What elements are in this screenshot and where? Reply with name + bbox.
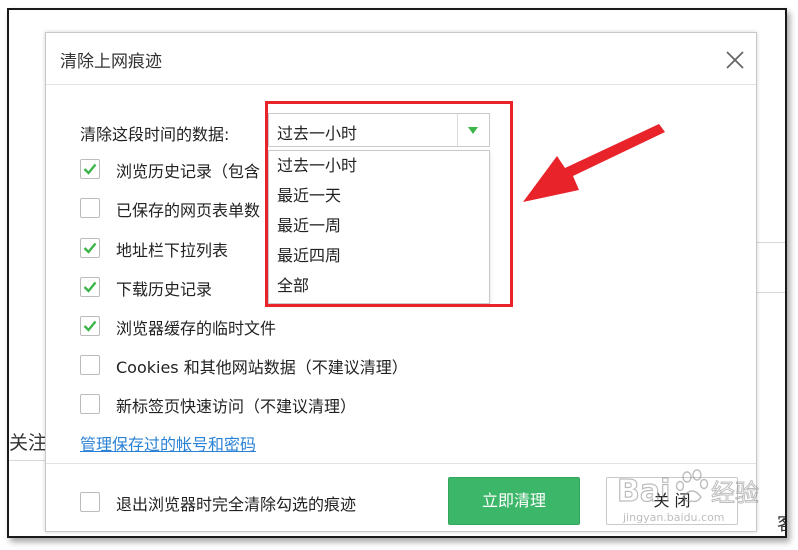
chevron-down-icon[interactable]	[468, 127, 478, 134]
screenshot-frame: 关注 客 清除上网痕迹 清除这段时间的数据: 过去一小时 过去一小时 最近一天 …	[7, 8, 787, 538]
option-label: 浏览器缓存的临时文件	[116, 319, 277, 338]
dropdown-option-last-day[interactable]: 最近一天	[269, 181, 489, 211]
select-divider	[457, 114, 458, 146]
close-button[interactable]: 关 闭	[606, 477, 738, 525]
checkmark-icon	[83, 242, 97, 254]
footer-divider	[46, 463, 756, 464]
dropdown-option-last-week[interactable]: 最近一周	[269, 211, 489, 241]
background-divider	[757, 292, 785, 293]
clear-browsing-data-dialog: 清除上网痕迹 清除这段时间的数据: 过去一小时 过去一小时 最近一天 最近一周 …	[45, 32, 757, 532]
dropdown-option-all[interactable]: 全部	[269, 271, 489, 301]
background-divider	[9, 460, 45, 461]
option-checkbox[interactable]	[80, 394, 100, 414]
background-fragment-text: 关注	[9, 432, 48, 454]
time-range-dropdown: 过去一小时 最近一天 最近一周 最近四周 全部	[268, 150, 490, 304]
dialog-title: 清除上网痕迹	[60, 52, 162, 72]
option-checkbox[interactable]	[80, 277, 100, 297]
time-range-select[interactable]: 过去一小时	[268, 113, 490, 147]
option-label: 退出浏览器时完全清除勾选的痕迹	[116, 495, 357, 514]
option-checkbox[interactable]	[80, 355, 100, 375]
checkmark-icon	[83, 163, 97, 175]
option-checkbox[interactable]	[80, 159, 100, 179]
checkmark-icon	[83, 320, 97, 332]
option-label: 新标签页快速访问（不建议清理）	[116, 397, 357, 416]
dropdown-option-last-four-weeks[interactable]: 最近四周	[269, 241, 489, 271]
option-label: 地址栏下拉列表	[116, 241, 229, 260]
background-divider	[757, 242, 785, 243]
annotation-arrow-icon	[523, 124, 665, 202]
option-checkbox[interactable]	[80, 198, 100, 218]
checkmark-icon	[83, 281, 97, 293]
close-icon[interactable]	[724, 49, 746, 71]
time-range-label: 清除这段时间的数据:	[80, 125, 230, 144]
option-label: Cookies 和其他网站数据（不建议清理）	[116, 358, 408, 377]
option-checkbox[interactable]	[80, 492, 100, 512]
option-checkbox[interactable]	[80, 238, 100, 258]
option-label: 下载历史记录	[116, 280, 213, 299]
time-range-selected-value: 过去一小时	[277, 124, 358, 143]
option-label: 浏览历史记录（包含	[116, 162, 261, 181]
clear-now-button[interactable]: 立即清理	[448, 477, 580, 525]
manage-saved-accounts-link[interactable]: 管理保存过的帐号和密码	[80, 431, 256, 455]
option-checkbox[interactable]	[80, 316, 100, 336]
option-label: 已保存的网页表单数	[116, 201, 261, 220]
title-divider	[46, 84, 756, 85]
dropdown-option-past-hour[interactable]: 过去一小时	[269, 151, 489, 181]
background-right-char: 客	[777, 510, 785, 536]
